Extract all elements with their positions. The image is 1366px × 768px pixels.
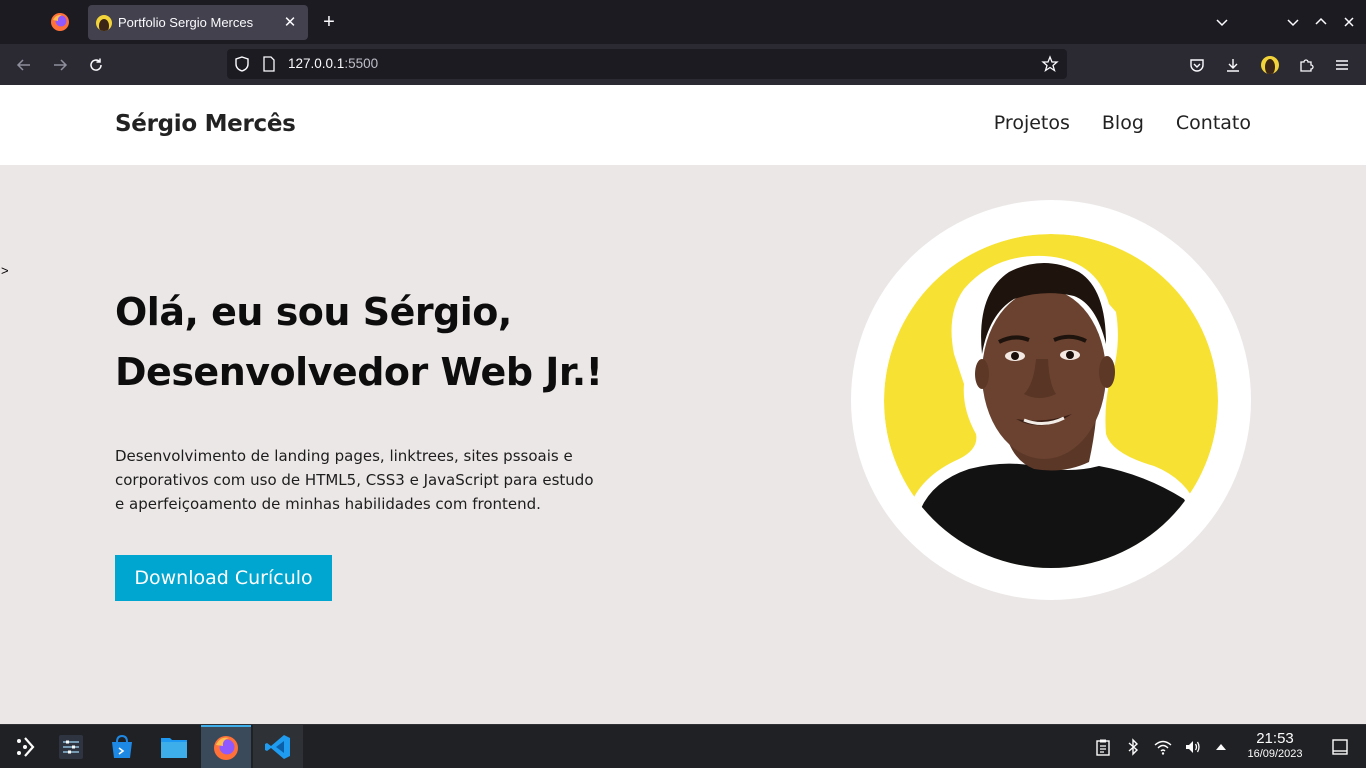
minimize-window-icon[interactable] <box>1283 12 1303 32</box>
url-text[interactable]: 127.0.0.1:5500 <box>288 56 378 71</box>
clipboard-icon[interactable] <box>1093 737 1113 757</box>
tab-title: Portfolio Sergio Merces <box>118 15 254 30</box>
show-hidden-tray-icon[interactable] <box>1211 737 1231 757</box>
list-all-tabs-chevron-icon[interactable] <box>1212 12 1232 32</box>
maximize-window-icon[interactable] <box>1311 12 1331 32</box>
hero-title-line-2: Desenvolvedor Web Jr.! <box>115 350 603 394</box>
close-window-icon[interactable] <box>1339 12 1359 32</box>
system-settings-icon[interactable] <box>46 725 96 768</box>
hero-description: Desenvolvimento de landing pages, linktr… <box>115 447 594 513</box>
account-avatar[interactable] <box>1261 56 1279 74</box>
download-resume-button[interactable]: Download Curículo <box>115 555 332 601</box>
clock-time: 21:53 <box>1256 730 1294 747</box>
extensions-puzzle-icon[interactable] <box>1296 55 1316 75</box>
site-brand[interactable]: Sérgio Mercês <box>115 111 296 137</box>
taskbar-vscode-icon[interactable] <box>253 725 303 768</box>
browser-tab-strip: Portfolio Sergio Merces ✕ + <box>0 0 1366 44</box>
address-bar[interactable]: 127.0.0.1:5500 <box>227 49 1067 79</box>
app-menu-hamburger-icon[interactable] <box>1332 55 1352 75</box>
taskbar-clock[interactable]: 21:53 16/09/2023 <box>1240 730 1310 761</box>
forward-arrow-icon[interactable] <box>49 54 71 76</box>
profile-photo <box>884 234 1218 568</box>
clock-date: 16/09/2023 <box>1247 748 1303 760</box>
pocket-icon[interactable] <box>1187 55 1207 75</box>
hero-title-line-1: Olá, eu sou Sérgio, <box>115 290 512 334</box>
system-taskbar: 21:53 16/09/2023 <box>0 724 1366 768</box>
tab-favicon-icon <box>96 14 112 31</box>
bookmark-star-icon[interactable] <box>1041 55 1059 73</box>
site-header: Sérgio Mercês Projetos Blog Contato <box>0 85 1366 165</box>
wifi-icon[interactable] <box>1153 737 1173 757</box>
browser-nav-bar: 127.0.0.1:5500 <box>0 44 1366 85</box>
tab-close-icon[interactable]: ✕ <box>280 12 300 32</box>
new-tab-plus-icon[interactable]: + <box>318 11 340 33</box>
nav-link-blog[interactable]: Blog <box>1102 112 1144 134</box>
tracking-protection-shield-icon[interactable] <box>233 55 251 73</box>
downloads-icon[interactable] <box>1223 55 1243 75</box>
site-nav: Projetos Blog Contato <box>994 112 1251 134</box>
page-info-icon[interactable] <box>261 55 277 73</box>
application-launcher-icon[interactable] <box>0 725 50 768</box>
nav-link-projetos[interactable]: Projetos <box>994 112 1070 134</box>
volume-icon[interactable] <box>1183 737 1203 757</box>
firefox-logo-icon[interactable] <box>50 12 70 32</box>
discover-store-icon[interactable] <box>97 725 147 768</box>
nav-link-contato[interactable]: Contato <box>1176 112 1251 134</box>
reload-icon[interactable] <box>85 54 107 76</box>
hero-title: Olá, eu sou Sérgio, Desenvolvedor Web Jr… <box>115 282 675 402</box>
file-manager-icon[interactable] <box>149 725 199 768</box>
back-arrow-icon[interactable] <box>13 54 35 76</box>
bluetooth-icon[interactable] <box>1123 737 1143 757</box>
browser-tab-active[interactable]: Portfolio Sergio Merces ✕ <box>88 5 308 40</box>
taskbar-firefox-icon[interactable] <box>201 725 251 768</box>
show-desktop-icon[interactable] <box>1330 737 1350 757</box>
stray-text: > <box>1 263 9 278</box>
